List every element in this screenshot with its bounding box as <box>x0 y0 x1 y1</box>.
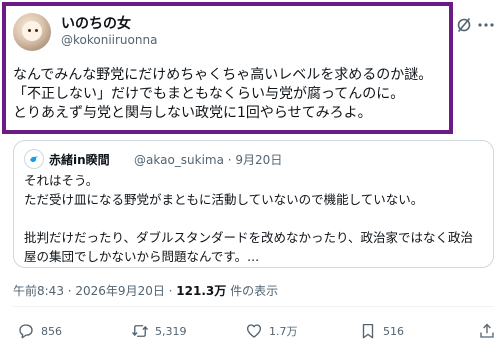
views-label: 件の表示 <box>230 284 279 298</box>
divider <box>13 306 494 307</box>
quoted-tweet-card[interactable]: 赤緒in睽間 @akao_sukima · 9月20日 それはそう。 ただ受け皿… <box>13 140 494 268</box>
like-icon <box>246 324 262 338</box>
quote-text-line: 批判だけだったり、ダブルスタンダードを改めなかったり、政治家ではなく政治 <box>24 230 474 245</box>
bookmark-icon <box>362 323 374 339</box>
author-display-name[interactable]: いのちの女 <box>61 13 131 33</box>
like-button[interactable]: 1.7万 <box>245 322 298 340</box>
retweet-icon <box>131 325 149 337</box>
reply-button[interactable]: 856 <box>17 322 62 340</box>
grok-icon[interactable] <box>456 17 472 33</box>
quote-text-line: 屋の集団でしかないから問題なんです。... <box>24 249 260 264</box>
quote-handle-date: @akao_sukima · 9月20日 <box>134 153 283 167</box>
retweet-count: 5,319 <box>155 324 187 338</box>
reply-count: 856 <box>41 324 62 338</box>
like-count: 1.7万 <box>269 325 298 338</box>
bird-icon <box>30 156 38 162</box>
quote-avatar <box>24 149 44 169</box>
bookmark-button[interactable]: 516 <box>359 322 404 340</box>
share-icon <box>480 323 494 338</box>
reply-icon <box>19 324 33 339</box>
more-icon[interactable] <box>478 22 494 28</box>
retweet-button[interactable]: 5,319 <box>131 322 187 340</box>
quote-display-name: 赤緒in睽間 <box>49 153 110 167</box>
author-handle[interactable]: @kokoniiruonna <box>61 33 157 47</box>
bookmark-count: 516 <box>383 324 404 338</box>
tweet-text-line: 「不正しない」だけでもまともなくらい与党が腐ってんのに。 <box>13 86 405 102</box>
quote-text-line: ただ受け皿になる野党がまともに活動していないので機能していない。 <box>24 192 424 207</box>
tweet-text: なんでみんな野党にだけめちゃくちゃ高いレベルを求めるのか謎。 「不正しない」だけ… <box>13 66 449 123</box>
quote-text: それはそう。 ただ受け皿になる野党がまともに活動していないので機能していない。 … <box>24 171 486 266</box>
tweet-text-line: なんでみんな野党にだけめちゃくちゃ高いレベルを求めるのか謎。 <box>13 67 433 83</box>
timestamp[interactable]: 午前8:43 · 2026年9月20日 · <box>13 284 172 298</box>
quote-text-line: それはそう。 <box>24 173 99 188</box>
tweet-meta: 午前8:43 · 2026年9月20日 · 121.3万 件の表示 <box>13 282 278 299</box>
tweet-text-line: とりあえず与党と関与しない政党に1回やらせてみろよ。 <box>13 105 372 121</box>
views-count: 121.3万 <box>176 284 227 298</box>
share-button[interactable] <box>478 322 500 340</box>
avatar[interactable] <box>13 13 51 51</box>
